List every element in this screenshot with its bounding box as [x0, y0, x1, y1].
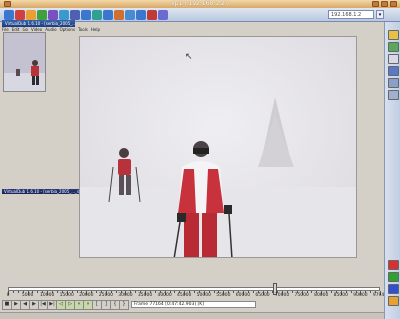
timeline-label: 40000 [157, 293, 172, 298]
frame-position-field[interactable]: Frame 77164 [0:47:42.903] [K] [131, 301, 256, 308]
statusbar [0, 312, 384, 319]
timeline-label: 35000 [137, 293, 153, 298]
refresh-icon[interactable] [37, 10, 47, 20]
settings-icon[interactable] [388, 78, 399, 88]
timeline-label: 15000 [59, 293, 74, 298]
folder-icon[interactable] [388, 30, 399, 40]
ctrl-alt-del-icon[interactable] [48, 10, 58, 20]
timeline-label: 30000 [118, 293, 133, 298]
virtualdub-title: VirtualDub 1.6.10 - [serbia_2005_..._ser… [5, 21, 75, 26]
info-icon[interactable] [136, 10, 146, 20]
playback-controls: ■ ▶ ◀ ▶ |◀ ▶| ◁ ▷ «»[]{} [2, 300, 130, 310]
minimize-button[interactable] [372, 1, 379, 7]
timeline-label: 10000 [39, 293, 55, 298]
connect-icon[interactable] [4, 10, 14, 20]
timeline-label: 0 [6, 293, 10, 298]
zoom-in-icon[interactable] [92, 10, 102, 20]
output-video-pane[interactable] [79, 36, 357, 258]
ok-icon[interactable] [388, 272, 399, 282]
keyboard-icon[interactable] [388, 90, 399, 100]
timeline-label: 55000 [216, 293, 231, 298]
options-icon[interactable] [26, 10, 36, 20]
mark-out2-button[interactable]: } [119, 300, 129, 310]
menu-item-options[interactable]: Options [60, 27, 75, 32]
menu-item-tools[interactable]: Tools [78, 27, 88, 32]
scale-icon[interactable] [81, 10, 91, 20]
about-icon[interactable] [158, 10, 168, 20]
disconnect-icon[interactable] [15, 10, 25, 20]
start-icon[interactable] [59, 10, 69, 20]
timeline-label: 75000 [294, 293, 309, 298]
virtualdub-taskbar-strip: VirtualDub 1.6.10 - [serbia_2005_..._ser… [2, 189, 81, 194]
timeline-label: 60000 [235, 293, 251, 298]
zoom-out-icon[interactable] [103, 10, 113, 20]
timeline-label: 50000 [196, 293, 211, 298]
fullscreen-icon[interactable] [70, 10, 80, 20]
timeline-label: 90000 [353, 293, 368, 298]
menu-item-audio[interactable]: Audio [45, 27, 56, 32]
timeline-label: 85000 [333, 293, 348, 298]
document-icon[interactable] [388, 54, 399, 64]
info-icon[interactable] [388, 284, 399, 294]
transfer-icon[interactable] [125, 10, 135, 20]
timeline-label: 5000 [21, 293, 34, 298]
window-title: xp1 ( 192.168.1.2 ) [171, 0, 229, 7]
warning-icon[interactable] [388, 296, 399, 306]
alert-icon[interactable] [388, 260, 399, 270]
timeline-label: 25000 [98, 293, 114, 298]
window-menu-button[interactable] [4, 1, 11, 7]
timeline-label: 20000 [79, 293, 94, 298]
virtualdub-titlebar[interactable]: VirtualDub 1.6.10 - [serbia_2005_..._ser… [2, 20, 75, 27]
network-icon[interactable] [388, 66, 399, 76]
vnc-side-panel [384, 22, 400, 319]
maximize-button[interactable] [381, 1, 388, 7]
close-session-icon[interactable] [147, 10, 157, 20]
address-dropdown-icon[interactable]: ▾ [376, 10, 384, 19]
timeline-label: 65000 [255, 293, 270, 298]
timeline-label: 70000 [274, 293, 290, 298]
timeline-label: 80000 [314, 293, 329, 298]
close-button[interactable] [390, 1, 397, 7]
refresh-icon[interactable] [388, 42, 399, 52]
input-preview-pane[interactable] [3, 32, 46, 92]
chat-icon[interactable] [114, 10, 124, 20]
menu-item-help[interactable]: Help [91, 27, 100, 32]
timeline-labels: 0 5000 10000 15000 20000 25000 30000 35000 40000… [0, 292, 388, 299]
mouse-cursor-icon: ↖ [185, 52, 193, 62]
address-input[interactable]: 192.168.1.2 [328, 10, 374, 19]
timeline-label: 45000 [177, 293, 192, 298]
